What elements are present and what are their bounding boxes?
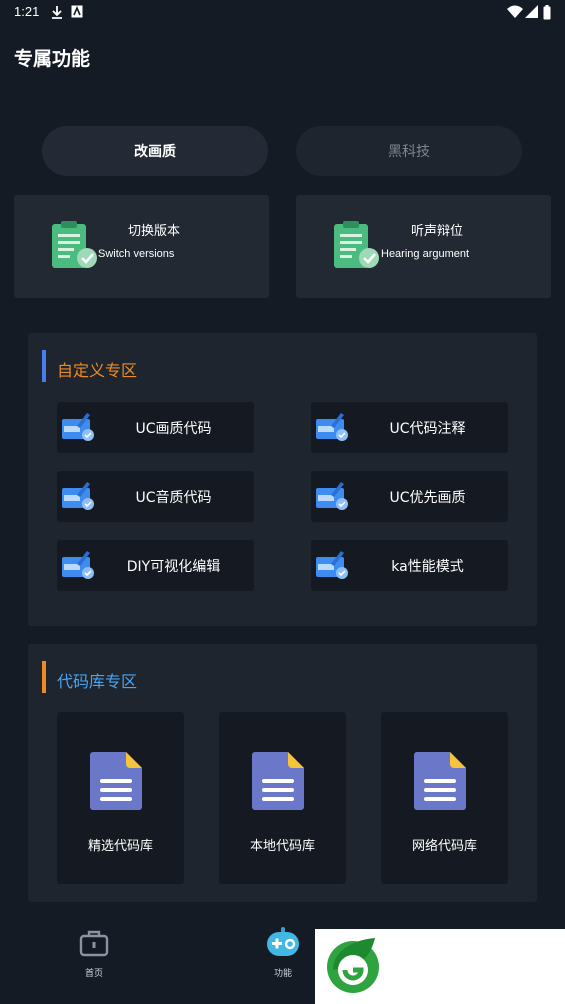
button-label: DIY可视化编辑 — [126, 559, 221, 575]
signal-icon — [525, 5, 538, 18]
card-title: 切换版本 — [128, 224, 181, 239]
card-subtitle: Hearing argument — [381, 248, 470, 260]
status-bar: 1:21 — [0, 0, 565, 26]
button-label: UC画质代码 — [135, 421, 212, 437]
network-library-card[interactable]: 网络代码库 — [381, 712, 508, 884]
nav-home[interactable]: 首页 — [49, 924, 139, 984]
document-icon — [252, 752, 304, 810]
document-icon — [90, 752, 142, 810]
card-title: 听声辩位 — [411, 224, 464, 239]
ka-performance-mode-button[interactable]: ka性能模式 — [311, 540, 508, 591]
app-notification-icon — [71, 5, 83, 18]
section-accent-bar — [42, 350, 46, 382]
uc-code-comment-button[interactable]: UC代码注释 — [311, 402, 508, 453]
tab-black-tech[interactable]: 黑科技 — [296, 126, 522, 176]
uc-audio-code-button[interactable]: UC音质代码 — [57, 471, 254, 522]
card-label: 本地代码库 — [249, 839, 315, 854]
button-label: UC优先画质 — [389, 490, 466, 506]
button-label: UC代码注释 — [389, 421, 466, 437]
page-title: 专属功能 — [14, 48, 91, 70]
button-label: UC音质代码 — [135, 490, 212, 506]
diy-visual-edit-button[interactable]: DIY可视化编辑 — [57, 540, 254, 591]
uc-priority-quality-button[interactable]: UC优先画质 — [311, 471, 508, 522]
code-edit-icon — [62, 482, 94, 510]
code-edit-icon — [316, 482, 348, 510]
leaf-logo-icon — [327, 938, 379, 993]
download-icon — [52, 6, 62, 19]
card-subtitle: Switch versions — [98, 248, 175, 260]
clipboard-icon — [52, 221, 97, 268]
battery-icon — [543, 5, 551, 20]
gamepad-icon — [267, 927, 299, 956]
status-time: 1:21 — [14, 4, 40, 19]
hearing-position-card[interactable]: 听声辩位 Hearing argument — [296, 195, 551, 298]
section-title: 代码库专区 — [57, 672, 138, 691]
switch-version-card[interactable]: 切换版本 Switch versions — [14, 195, 269, 298]
clipboard-icon — [334, 221, 379, 268]
code-edit-icon — [62, 413, 94, 441]
watermark-logo — [315, 929, 565, 1004]
nav-label: 首页 — [84, 969, 103, 979]
section-accent-bar — [42, 661, 46, 693]
button-label: ka性能模式 — [391, 559, 464, 575]
code-edit-icon — [316, 551, 348, 579]
wifi-icon — [507, 5, 523, 18]
card-label: 精选代码库 — [87, 839, 153, 854]
featured-library-card[interactable]: 精选代码库 — [57, 712, 184, 884]
tab-image-quality[interactable]: 改画质 — [42, 126, 268, 176]
uc-quality-code-button[interactable]: UC画质代码 — [57, 402, 254, 453]
card-label: 网络代码库 — [411, 839, 477, 854]
code-edit-icon — [316, 413, 348, 441]
section-title: 自定义专区 — [57, 361, 138, 380]
code-edit-icon — [62, 551, 94, 579]
briefcase-icon — [79, 930, 109, 957]
local-library-card[interactable]: 本地代码库 — [219, 712, 346, 884]
document-icon — [414, 752, 466, 810]
